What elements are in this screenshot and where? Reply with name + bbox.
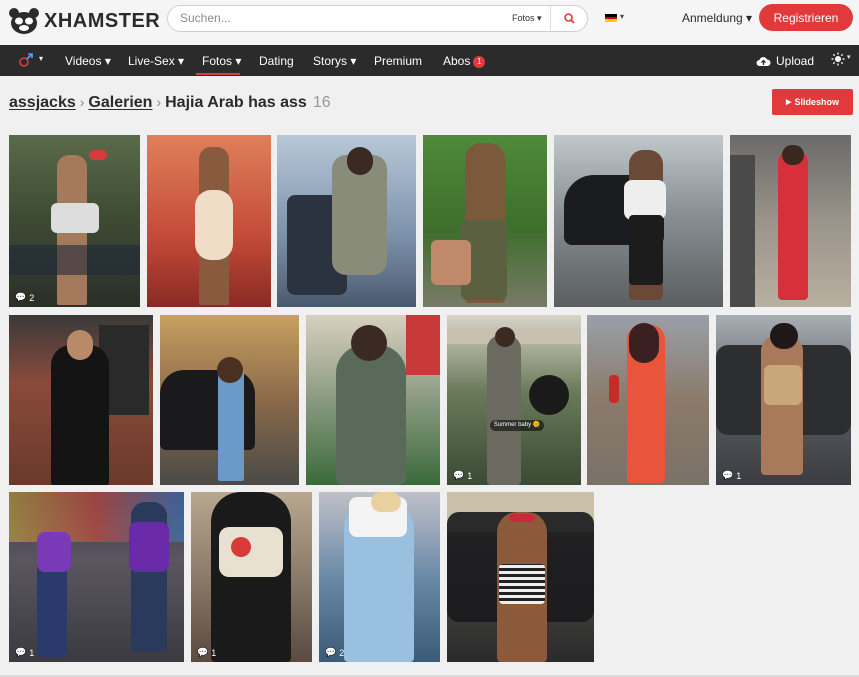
search-bar: Fotos ▾ bbox=[167, 5, 588, 32]
chevron-down-icon: ▾ bbox=[847, 54, 851, 61]
gallery-photo[interactable] bbox=[147, 135, 271, 307]
search-filter-dropdown[interactable]: Fotos ▾ bbox=[512, 13, 542, 24]
gallery-photo[interactable] bbox=[277, 135, 416, 307]
gallery-photo[interactable] bbox=[447, 492, 594, 662]
comment-count: 💬 1 bbox=[15, 647, 34, 658]
notification-badge: 1 bbox=[473, 56, 486, 68]
gender-icon bbox=[19, 53, 33, 67]
register-button[interactable]: Registrieren bbox=[759, 4, 853, 31]
sun-icon bbox=[831, 52, 845, 66]
gallery-photo[interactable] bbox=[730, 135, 851, 307]
comment-icon: 💬 bbox=[197, 647, 209, 657]
chevron-down-icon: ▾ bbox=[620, 12, 625, 21]
search-input[interactable] bbox=[180, 11, 480, 25]
slideshow-label: Slideshow bbox=[794, 97, 839, 107]
gallery-photo[interactable] bbox=[554, 135, 723, 307]
comment-count-value: 1 bbox=[211, 647, 217, 658]
nav-item-live-sex[interactable]: Live-Sex ▾ bbox=[128, 54, 184, 68]
login-label: Anmeldung bbox=[682, 11, 743, 25]
comment-count: 💬 1 bbox=[197, 647, 216, 658]
nav-item-fotos[interactable]: Fotos ▾ bbox=[202, 54, 241, 68]
slideshow-button[interactable]: ▶ Slideshow bbox=[772, 89, 853, 115]
photo-count: 16 bbox=[312, 94, 331, 111]
hamster-logo-icon bbox=[8, 7, 40, 35]
breadcrumb-user-link[interactable]: assjacks bbox=[9, 94, 76, 111]
nav-label: Live-Sex bbox=[128, 54, 175, 68]
nav-item-abos[interactable]: Abos 1 bbox=[443, 54, 486, 68]
photo-caption: Summer baby 🌞 bbox=[490, 420, 544, 431]
nav-label: Fotos bbox=[202, 54, 233, 68]
gallery-photo[interactable]: 💬 2 bbox=[9, 135, 140, 307]
gallery-photo[interactable]: 💬 1 bbox=[9, 492, 184, 662]
gallery-photo[interactable] bbox=[306, 315, 440, 485]
comment-icon: 💬 bbox=[15, 647, 27, 657]
upload-label: Upload bbox=[776, 54, 815, 68]
upload-button[interactable]: Upload bbox=[756, 54, 814, 68]
active-tab-indicator bbox=[196, 73, 240, 75]
comment-count: 💬 2 bbox=[15, 292, 34, 303]
nav-item-videos[interactable]: Videos ▾ bbox=[65, 54, 111, 68]
chevron-right-icon: › bbox=[79, 94, 85, 110]
nav-label: Storys bbox=[313, 54, 348, 68]
chevron-down-icon: ▾ bbox=[39, 54, 44, 63]
play-icon: ▶ bbox=[786, 99, 792, 106]
nav-item-premium[interactable]: Premium bbox=[374, 54, 422, 68]
gallery-photo[interactable] bbox=[160, 315, 299, 485]
nav-label: Abos bbox=[443, 54, 471, 68]
gallery-photo[interactable]: 💬 1 bbox=[716, 315, 851, 485]
comment-count-value: 1 bbox=[736, 470, 742, 481]
logo-text: XHAMSTER bbox=[44, 9, 161, 32]
site-logo[interactable]: XHAMSTER bbox=[8, 5, 160, 37]
gallery-title: Hajia Arab has ass bbox=[165, 94, 307, 111]
comment-count-value: 2 bbox=[339, 647, 345, 658]
nav-label: Premium bbox=[374, 54, 423, 68]
nav-label: Dating bbox=[259, 54, 294, 68]
comment-icon: 💬 bbox=[325, 647, 337, 657]
comment-count-value: 1 bbox=[29, 647, 35, 658]
gallery-photo[interactable]: 💬 2 bbox=[319, 492, 440, 662]
main-nav: ▾ Videos ▾ Live-Sex ▾ Fotos ▾ Dating Sto… bbox=[0, 45, 859, 76]
gallery-photo[interactable] bbox=[423, 135, 547, 307]
gender-filter[interactable]: ▾ bbox=[18, 52, 43, 73]
comment-icon: 💬 bbox=[722, 470, 734, 480]
login-link[interactable]: Anmeldung ▾ bbox=[682, 11, 752, 25]
search-button[interactable] bbox=[551, 6, 588, 31]
breadcrumb: assjacks › Galerien › Hajia Arab has ass 16 bbox=[9, 94, 331, 112]
search-filter-label: Fotos bbox=[512, 13, 535, 23]
comment-icon: 💬 bbox=[453, 470, 465, 480]
theme-toggle[interactable]: ▾ bbox=[831, 52, 851, 71]
search-icon bbox=[564, 13, 575, 24]
gallery-photo[interactable] bbox=[9, 315, 153, 485]
comment-count: 💬 2 bbox=[325, 647, 344, 658]
gallery-photo[interactable]: 💬 1 bbox=[191, 492, 312, 662]
nav-label: Videos bbox=[65, 54, 102, 68]
gallery-photo[interactable]: Summer baby 🌞 💬 1 bbox=[447, 315, 581, 485]
comment-count-value: 2 bbox=[29, 292, 35, 303]
gallery-photo[interactable] bbox=[587, 315, 709, 485]
comment-count: 💬 1 bbox=[453, 470, 472, 481]
top-header: XHAMSTER Fotos ▾ ▾ Anmeldung ▾ Registrie… bbox=[0, 0, 859, 45]
breadcrumb-galleries-link[interactable]: Galerien bbox=[88, 94, 152, 111]
german-flag-icon[interactable] bbox=[605, 14, 617, 22]
nav-item-dating[interactable]: Dating bbox=[259, 54, 294, 68]
nav-item-storys[interactable]: Storys ▾ bbox=[313, 54, 356, 68]
caption-text: Summer baby bbox=[493, 422, 532, 428]
comment-count-value: 1 bbox=[467, 470, 473, 481]
comment-count: 💬 1 bbox=[722, 470, 741, 481]
comment-icon: 💬 bbox=[15, 292, 27, 302]
cloud-upload-icon bbox=[756, 56, 771, 66]
chevron-right-icon: › bbox=[156, 94, 162, 110]
